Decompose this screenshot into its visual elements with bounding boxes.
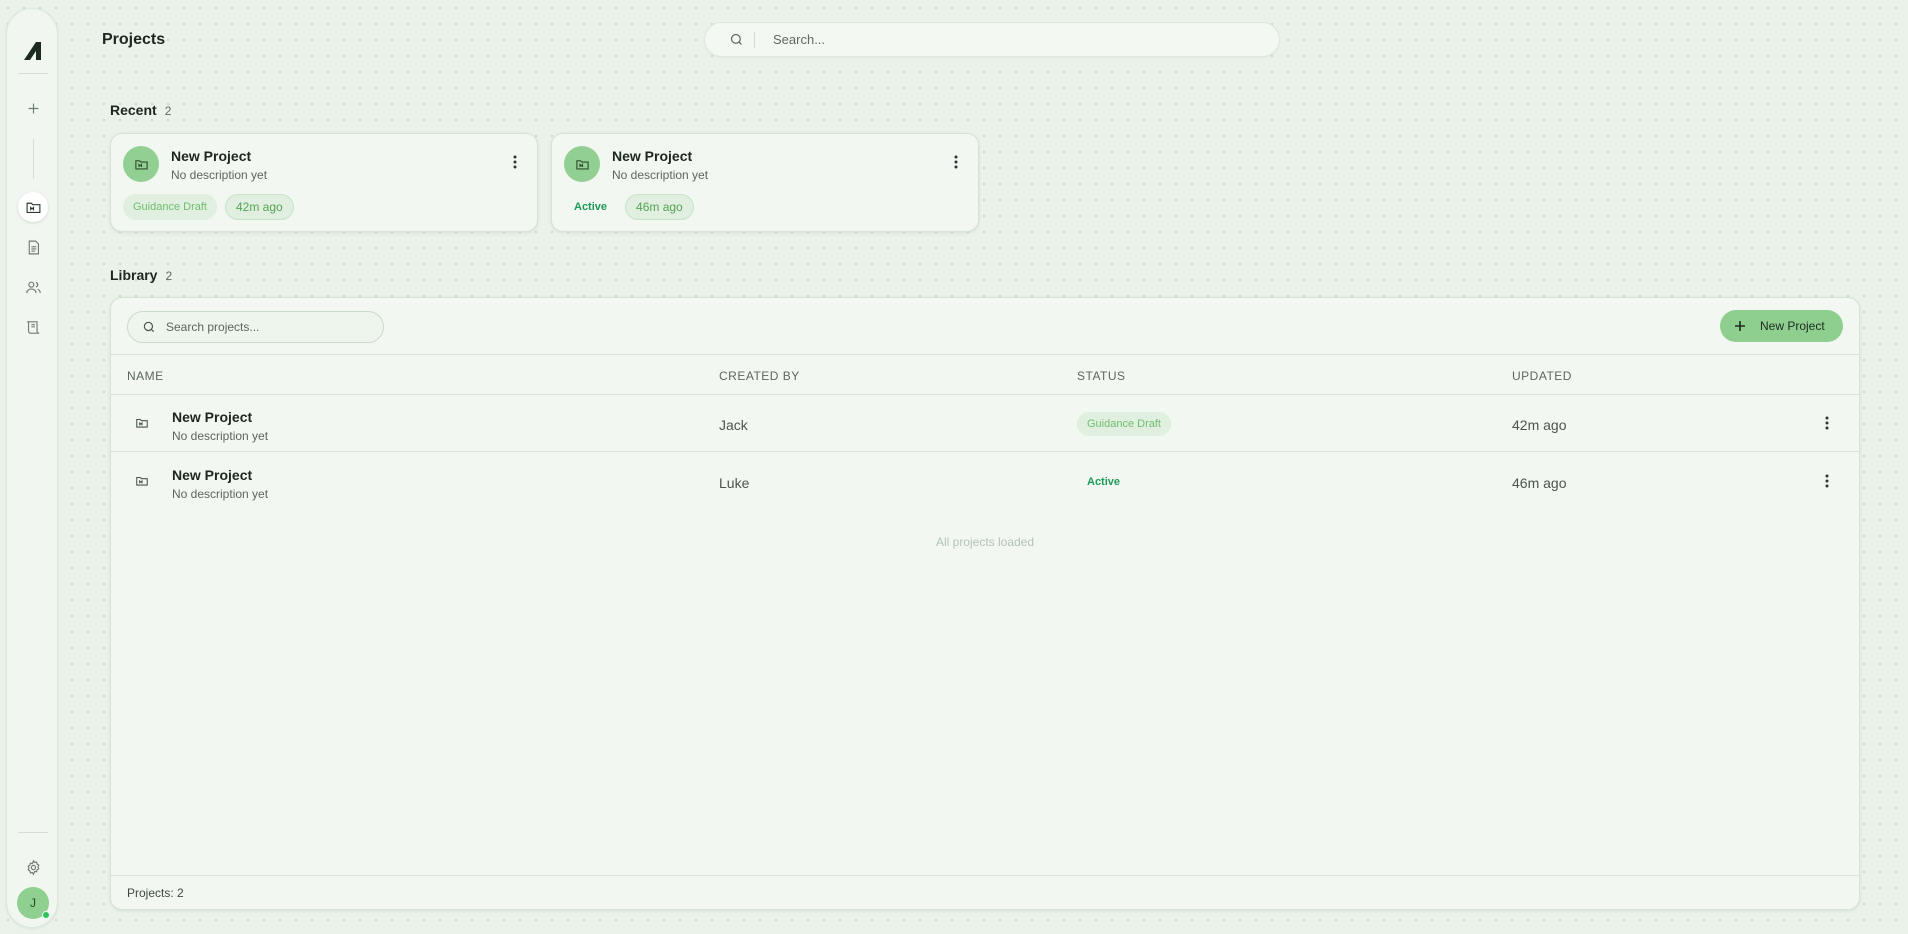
column-header-updated[interactable]: UPDATED bbox=[1512, 369, 1572, 383]
card-title: New Project bbox=[612, 148, 693, 164]
settings-button[interactable] bbox=[18, 852, 48, 882]
logo-icon[interactable] bbox=[18, 36, 48, 66]
card-description: No description yet bbox=[612, 168, 709, 182]
status-badge: Active bbox=[574, 201, 608, 213]
folder-icon bbox=[575, 159, 589, 169]
library-heading: Library 2 bbox=[110, 267, 172, 283]
page-title: Projects bbox=[102, 31, 166, 48]
plus-icon bbox=[28, 103, 38, 113]
status-badge: Active bbox=[1087, 476, 1121, 488]
sidebar-item-projects[interactable] bbox=[18, 192, 48, 222]
avatar[interactable]: J bbox=[17, 887, 50, 919]
card-badges: Guidance Draft 42m ago bbox=[123, 194, 294, 220]
search-icon bbox=[730, 33, 742, 45]
folder-icon bbox=[26, 202, 40, 213]
avatar-initial: J bbox=[30, 896, 36, 910]
row-description: No description yet bbox=[172, 429, 269, 443]
library-search[interactable] bbox=[127, 311, 384, 343]
recent-title: Recent bbox=[110, 102, 157, 118]
new-project-button[interactable]: New Project bbox=[1720, 310, 1843, 342]
card-title: New Project bbox=[171, 148, 252, 164]
card-description: No description yet bbox=[171, 168, 268, 182]
folder-icon bbox=[134, 159, 148, 169]
sidebar-divider-bottom bbox=[18, 832, 48, 833]
search-projects-input[interactable] bbox=[166, 320, 366, 334]
global-search[interactable] bbox=[704, 22, 1280, 57]
column-header-status[interactable]: STATUS bbox=[1077, 369, 1126, 383]
recent-project-card[interactable]: New Project No description yet Active 46… bbox=[551, 133, 979, 232]
row-name: New Project bbox=[172, 409, 253, 425]
sidebar-item-documents[interactable] bbox=[18, 232, 48, 262]
card-badges: Active 46m ago bbox=[564, 194, 694, 220]
row-menu-button[interactable] bbox=[1819, 414, 1835, 432]
more-vertical-icon bbox=[1825, 416, 1829, 430]
row-updated: 46m ago bbox=[1512, 475, 1567, 491]
table-header: NAME CREATED BY STATUS UPDATED bbox=[111, 354, 1859, 395]
search-icon bbox=[143, 321, 155, 333]
row-menu-button[interactable] bbox=[1819, 472, 1835, 490]
more-vertical-icon bbox=[1825, 474, 1829, 488]
row-status: Guidance Draft bbox=[1077, 412, 1171, 436]
row-created-by: Luke bbox=[719, 475, 750, 491]
users-icon bbox=[25, 281, 41, 293]
status-badge: Guidance Draft bbox=[123, 194, 217, 220]
library-title: Library bbox=[110, 267, 158, 283]
gear-icon bbox=[26, 859, 40, 875]
time-badge: 42m ago bbox=[224, 194, 294, 220]
row-created-by: Jack bbox=[719, 417, 748, 433]
sidebar-item-team[interactable] bbox=[18, 272, 48, 302]
plus-icon bbox=[1735, 321, 1745, 331]
card-menu-button[interactable] bbox=[948, 152, 964, 172]
project-avatar bbox=[564, 146, 600, 182]
search-input[interactable] bbox=[773, 32, 1253, 47]
library-footer: Projects: 2 bbox=[111, 875, 1859, 909]
column-header-created-by[interactable]: CREATED BY bbox=[719, 369, 800, 383]
table-row[interactable]: New Project No description yet Jack Guid… bbox=[111, 395, 1859, 452]
recent-count: 2 bbox=[164, 104, 172, 118]
library-count: 2 bbox=[165, 269, 173, 283]
sidebar-item-scroll[interactable] bbox=[18, 312, 48, 342]
new-item-button[interactable] bbox=[18, 93, 48, 123]
table-row[interactable]: New Project No description yet Luke Acti… bbox=[111, 453, 1859, 510]
time-badge: 46m ago bbox=[625, 194, 694, 220]
sidebar-connector bbox=[33, 139, 34, 179]
sidebar: J bbox=[6, 8, 58, 928]
project-count: Projects: 2 bbox=[127, 885, 184, 900]
end-of-list-message: All projects loaded bbox=[935, 535, 1035, 549]
column-header-name[interactable]: NAME bbox=[127, 369, 164, 383]
row-name: New Project bbox=[172, 467, 253, 483]
folder-icon bbox=[136, 476, 148, 486]
folder-icon bbox=[136, 418, 148, 428]
scroll-icon bbox=[26, 320, 39, 334]
row-updated: 42m ago bbox=[1512, 417, 1567, 433]
status-badge: Guidance Draft bbox=[1077, 412, 1171, 436]
row-description: No description yet bbox=[172, 487, 269, 501]
online-status-dot bbox=[42, 911, 50, 919]
search-separator bbox=[754, 31, 755, 48]
new-project-label: New Project bbox=[1760, 319, 1825, 333]
card-menu-button[interactable] bbox=[507, 152, 523, 172]
more-vertical-icon bbox=[513, 155, 517, 169]
recent-project-card[interactable]: New Project No description yet Guidance … bbox=[110, 133, 538, 232]
recent-heading: Recent 2 bbox=[110, 102, 171, 118]
sidebar-divider bbox=[18, 73, 48, 74]
library-panel: New Project NAME CREATED BY STATUS UPDAT… bbox=[110, 297, 1860, 910]
row-status: Active bbox=[1077, 470, 1130, 494]
document-icon bbox=[28, 240, 39, 254]
more-vertical-icon bbox=[954, 155, 958, 169]
project-avatar bbox=[123, 146, 159, 182]
